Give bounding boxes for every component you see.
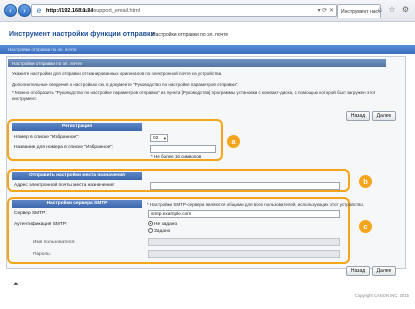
auth-option-off-label: Не задано <box>154 222 178 227</box>
url-path: /sendsupport_email.html <box>80 8 140 14</box>
destination-heading: Отправить настройки места назначения <box>12 172 142 180</box>
fav-number-value: 02 <box>153 136 159 141</box>
browser-tab[interactable]: Инструмент настр... <box>337 4 381 18</box>
smtp-password-label: Пароль: <box>33 252 51 257</box>
radio-unselected-icon <box>148 228 153 233</box>
smtp-user-input[interactable] <box>148 238 340 246</box>
smtp-note: * Настройки SMTP-сервера являются общими… <box>147 201 365 207</box>
app-title: Инструмент настройки функции отправки <box>9 31 155 38</box>
smtp-heading: Настройки сервера SMTP <box>12 200 142 208</box>
registration-heading: Регистрация <box>12 123 142 131</box>
callout-badge-b: b <box>359 175 372 188</box>
info-line-2: Дополнительные сведения о настройках см.… <box>12 82 239 87</box>
fav-number-select[interactable]: 02 ▾ <box>150 134 168 142</box>
panel-title: Настройки отправки по эл. почте <box>8 59 386 67</box>
smtp-server-label: Сервер SMTP: <box>14 211 47 216</box>
back-button-top[interactable]: Назад <box>346 111 370 121</box>
fav-name-input[interactable] <box>150 145 216 153</box>
breadcrumb: Настройки отправки по эл. почте <box>8 47 77 52</box>
address-bar[interactable]: e http://192.168.1.24 /sendsupport_email… <box>31 4 337 17</box>
copyright-text: Copyright CANON INC. 2015 <box>354 293 409 298</box>
email-label: Адрес электронной почты места назначения… <box>14 183 115 188</box>
callout-badge-a: a <box>227 135 240 148</box>
email-input[interactable] <box>150 182 340 190</box>
info-line-1: Укажите настройки для отправки отсканиро… <box>12 71 223 76</box>
auth-option-on-label: Задано <box>154 229 171 234</box>
auth-radio-off[interactable]: Не задано <box>148 221 177 227</box>
info-line-3: * Можно отобразить "Руководство по настр… <box>12 90 376 101</box>
back-arrow-icon[interactable]: ‹ <box>4 4 17 17</box>
fav-name-note: * Не более 16 символов <box>151 154 202 159</box>
smtp-password-input[interactable] <box>148 250 340 258</box>
browser-tools-icon[interactable]: ⌂ ☆ ⚙ <box>377 5 411 14</box>
url-tools-icon[interactable]: ▾ ⟳ ✕ <box>318 7 334 14</box>
radio-selected-icon <box>148 221 153 226</box>
callout-badge-c: c <box>359 220 372 233</box>
chevron-down-icon: ▾ <box>163 136 166 141</box>
browser-logo-icon: e <box>36 6 42 15</box>
forward-arrow-icon[interactable]: › <box>18 4 31 17</box>
info-text: Укажите настройки для отправки отсканиро… <box>12 71 392 104</box>
smtp-user-label: Имя пользователя: <box>33 240 76 245</box>
scroll-to-top-icon[interactable]: ⏶ <box>13 281 19 289</box>
auth-radio-on[interactable]: Задано <box>148 228 170 234</box>
smtp-auth-label: Аутентификация SMTP: <box>14 222 68 227</box>
app-subtitle: Настройки отправки по эл. почте <box>152 32 229 38</box>
smtp-server-input[interactable]: smtp.example.com <box>148 210 340 218</box>
browser-toolbar: ‹ › e http://192.168.1.24 /sendsupport_e… <box>0 0 415 22</box>
back-button-bottom[interactable]: Назад <box>346 266 370 276</box>
fav-number-label: Номер в списке "Избранное": <box>14 135 80 140</box>
app-header: Инструмент настройки функции отправки На… <box>0 22 415 45</box>
breadcrumb-bar: Настройки отправки по эл. почте <box>0 45 415 54</box>
next-button-bottom[interactable]: Далее <box>372 266 396 276</box>
next-button-top[interactable]: Далее <box>372 111 396 121</box>
fav-name-label: Название для номера в списке "Избранное"… <box>14 145 114 150</box>
